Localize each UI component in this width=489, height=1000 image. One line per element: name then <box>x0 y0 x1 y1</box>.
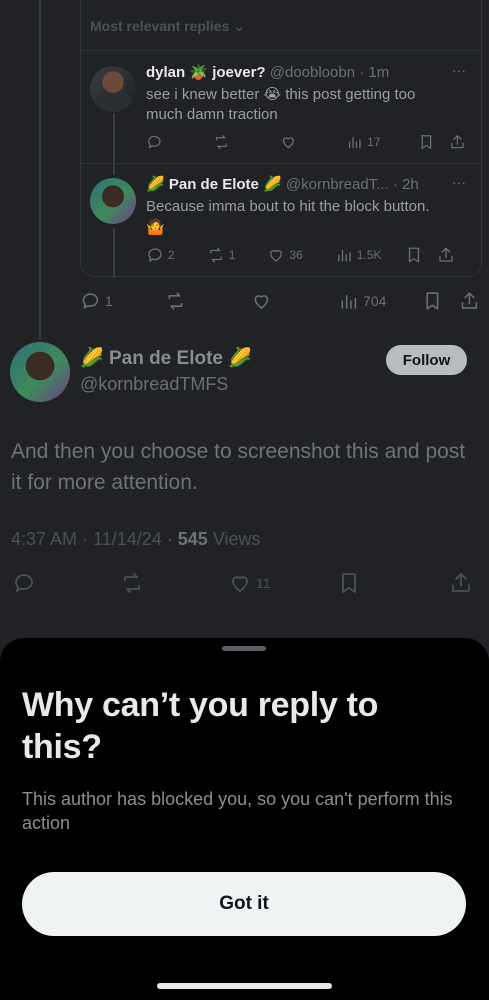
views-icon[interactable] <box>338 290 359 312</box>
reply-header: 🌽 Pan de Elote 🌽 @kornbreadT... · 2h <box>146 175 419 193</box>
reply-text: Because imma bout to hit the block butto… <box>146 198 430 215</box>
views-count: 17 <box>367 135 381 149</box>
views-icon[interactable] <box>335 246 353 264</box>
reply-actions: 2 1 36 1.5K <box>146 246 466 264</box>
quoted-post-actions: 1 704 <box>80 290 480 312</box>
like-icon[interactable] <box>228 571 252 595</box>
reply-icon[interactable] <box>12 571 36 595</box>
reply-icon[interactable] <box>80 290 101 312</box>
author-name-row: 🌽 Pan de Elote 🌽 <box>80 346 252 370</box>
post-text: And then you choose to screenshot this a… <box>11 440 466 494</box>
chevron-down-icon: ⌄ <box>233 18 245 34</box>
sheet-message: This author has blocked you, so you can'… <box>22 789 453 833</box>
views-label: Views <box>207 529 261 549</box>
reply-author-name[interactable]: dylan <box>146 64 185 81</box>
repost-icon[interactable] <box>165 290 186 312</box>
bookmark-icon[interactable] <box>337 571 361 595</box>
post-meta: 4:37 AM · 11/14/24 · 545 Views <box>11 529 261 550</box>
reply-author-name-suffix: joever? <box>212 64 266 81</box>
plant-emoji-icon: 🪴 <box>189 64 209 81</box>
reply-icon[interactable] <box>146 133 163 151</box>
author-handle[interactable]: @kornbreadTMFS <box>80 374 228 395</box>
more-options-icon[interactable]: ··· <box>452 62 466 78</box>
bookmark-icon[interactable] <box>422 290 443 312</box>
sheet-drag-handle[interactable] <box>222 646 266 651</box>
repost-icon[interactable] <box>120 571 144 595</box>
home-indicator[interactable] <box>157 983 332 989</box>
shrug-emoji-icon: 🤷 <box>146 219 165 236</box>
repost-icon[interactable] <box>213 133 230 151</box>
reply-handle-time: @kornbreadT... · 2h <box>285 176 419 193</box>
more-options-icon[interactable]: ··· <box>452 174 466 190</box>
reply-count: 2 <box>168 248 175 262</box>
corn-emoji-icon: 🌽 <box>228 348 252 369</box>
reply-header: dylan 🪴 joever? @doobloobn · 1m <box>146 63 389 81</box>
like-icon[interactable] <box>251 290 272 312</box>
avatar[interactable] <box>90 178 136 224</box>
post-timestamp: 4:37 AM · 11/14/24 · <box>11 529 178 549</box>
views-count: 1.5K <box>356 248 382 262</box>
divider <box>80 163 480 164</box>
like-icon[interactable] <box>267 246 285 264</box>
views-icon[interactable] <box>346 133 363 151</box>
follow-button[interactable]: Follow <box>386 345 467 375</box>
corn-emoji-icon: 🌽 <box>263 176 282 193</box>
repost-icon[interactable] <box>207 246 225 264</box>
repost-count: 1 <box>228 248 236 262</box>
corn-emoji-icon: 🌽 <box>146 176 165 193</box>
reply-author-name[interactable]: Pan de Elote <box>169 176 259 193</box>
divider <box>80 50 480 51</box>
got-it-button[interactable]: Got it <box>22 872 466 936</box>
like-count: 11 <box>256 575 271 591</box>
share-icon[interactable] <box>437 246 455 264</box>
bookmark-icon[interactable] <box>405 246 423 264</box>
share-icon[interactable] <box>459 290 480 312</box>
sheet-title: Why can’t you reply to this? <box>22 686 379 766</box>
like-count: 36 <box>289 248 303 262</box>
replies-sort-header[interactable]: Most relevant replies ⌄ <box>90 18 245 35</box>
share-icon[interactable] <box>449 133 466 151</box>
post-actions: 11 <box>12 571 482 595</box>
author-avatar[interactable] <box>10 342 70 402</box>
reply-icon[interactable] <box>146 246 164 264</box>
bookmark-icon[interactable] <box>418 133 435 151</box>
reply-actions: 17 <box>146 133 466 151</box>
reply-handle-time: @doobloobn · 1m <box>269 64 390 81</box>
avatar[interactable] <box>90 66 136 112</box>
views-count: 545 <box>177 529 208 549</box>
replies-sort-label: Most relevant replies <box>90 18 230 34</box>
author-name[interactable]: Pan de Elote <box>109 348 223 369</box>
reply-count: 1 <box>104 293 113 309</box>
share-icon[interactable] <box>449 571 473 595</box>
views-count: 704 <box>363 293 387 309</box>
thread-line <box>39 0 41 340</box>
corn-emoji-icon: 🌽 <box>80 348 104 369</box>
like-icon[interactable] <box>280 133 297 151</box>
reply-text: see i knew better 😭 this post getting to… <box>146 86 416 123</box>
